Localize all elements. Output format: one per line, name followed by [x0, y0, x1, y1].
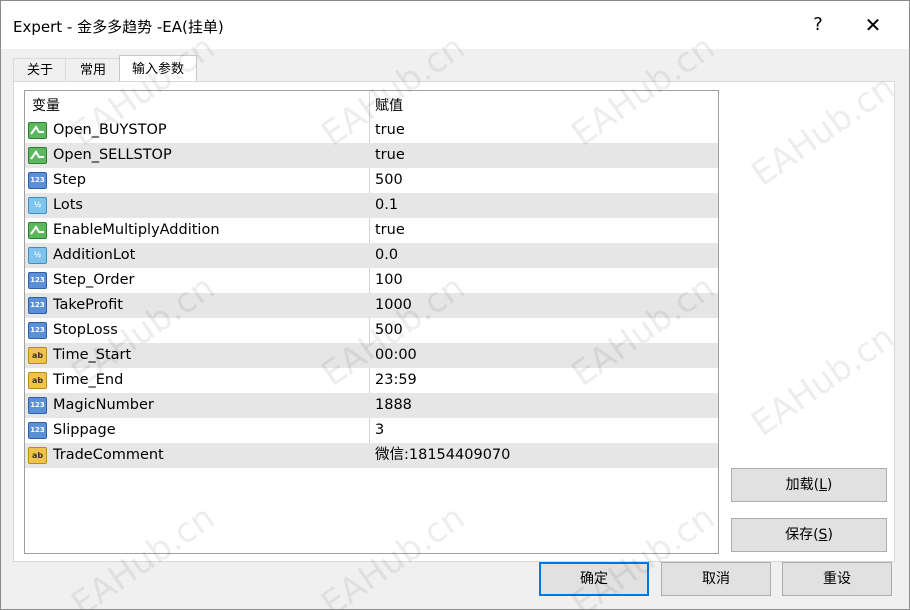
table-row[interactable]: ½ AdditionLot 0.0: [25, 243, 718, 268]
variable-name: Slippage: [53, 422, 116, 438]
bool-icon: [28, 122, 47, 139]
variable-name: Step: [53, 172, 87, 188]
save-button[interactable]: 保存(S): [731, 518, 887, 552]
window-title: Expert - 金多多趋势 -EA(挂单): [13, 18, 224, 36]
variable-value[interactable]: true: [375, 218, 405, 243]
string-icon: ab: [28, 372, 47, 389]
variable-value[interactable]: 微信:18154409070: [375, 443, 510, 468]
variable-name: AdditionLot: [53, 247, 136, 263]
table-row[interactable]: Open_BUYSTOP true: [25, 118, 718, 143]
variable-value[interactable]: 1000: [375, 293, 412, 318]
bool-icon: [28, 222, 47, 239]
double-icon: ½: [28, 197, 47, 214]
load-label-end: ): [826, 477, 833, 493]
variable-name: TakeProfit: [53, 297, 123, 313]
tab-inputs[interactable]: 输入参数: [119, 55, 197, 83]
bool-icon: [28, 147, 47, 164]
table-row[interactable]: ½ Lots 0.1: [25, 193, 718, 218]
variable-name: MagicNumber: [53, 397, 154, 413]
variable-value[interactable]: 23:59: [375, 368, 417, 393]
save-label: 保存(: [785, 527, 819, 543]
table-row[interactable]: 123 Step_Order 100: [25, 268, 718, 293]
int-icon: 123: [28, 297, 47, 314]
variable-name: Open_SELLSTOP: [53, 147, 172, 163]
table-row[interactable]: 123 TakeProfit 1000: [25, 293, 718, 318]
tab-common[interactable]: 常用: [65, 58, 121, 83]
load-shortcut: L: [819, 477, 827, 493]
string-icon: ab: [28, 347, 47, 364]
int-icon: 123: [28, 172, 47, 189]
header-value[interactable]: 赋值: [375, 91, 403, 118]
variable-name: EnableMultiplyAddition: [53, 222, 220, 238]
tab-about[interactable]: 关于: [13, 58, 67, 83]
close-button[interactable]: ✕: [853, 10, 893, 40]
table-row[interactable]: 123 Slippage 3: [25, 418, 718, 443]
variable-value[interactable]: 100: [375, 268, 403, 293]
ok-button[interactable]: 确定: [539, 562, 649, 596]
cancel-button[interactable]: 取消: [661, 562, 771, 596]
load-button[interactable]: 加载(L): [731, 468, 887, 502]
variable-name: Time_Start: [53, 347, 132, 363]
variable-name: Time_End: [53, 372, 124, 388]
variable-name: Lots: [53, 197, 83, 213]
load-label: 加载(: [785, 477, 820, 493]
variable-name: TradeComment: [53, 447, 164, 463]
table-row[interactable]: 123 Step 500: [25, 168, 718, 193]
variable-value[interactable]: 1888: [375, 393, 412, 418]
variable-name: StopLoss: [53, 322, 118, 338]
int-icon: 123: [28, 397, 47, 414]
table-row[interactable]: EnableMultiplyAddition true: [25, 218, 718, 243]
table-row[interactable]: Open_SELLSTOP true: [25, 143, 718, 168]
help-button[interactable]: ?: [798, 10, 838, 40]
variable-value[interactable]: 0.0: [375, 243, 398, 268]
table-row[interactable]: ab Time_End 23:59: [25, 368, 718, 393]
string-icon: ab: [28, 447, 47, 464]
variable-value[interactable]: 0.1: [375, 193, 398, 218]
table-row[interactable]: 123 StopLoss 500: [25, 318, 718, 343]
variable-value[interactable]: 3: [375, 418, 384, 443]
table-header: 变量 赋值: [25, 91, 718, 118]
expert-dialog: Expert - 金多多趋势 -EA(挂单) ? ✕ 关于 常用 输入参数 变量…: [0, 0, 910, 610]
variable-value[interactable]: true: [375, 118, 405, 143]
int-icon: 123: [28, 422, 47, 439]
parameters-table: 变量 赋值 Open_BUYSTOP true Open_SELLSTOP true 1…: [24, 90, 719, 554]
reset-button[interactable]: 重设: [782, 562, 892, 596]
variable-value[interactable]: 00:00: [375, 343, 417, 368]
variable-value[interactable]: true: [375, 143, 405, 168]
table-row[interactable]: ab TradeComment 微信:18154409070: [25, 443, 718, 468]
int-icon: 123: [28, 322, 47, 339]
variable-name: Step_Order: [53, 272, 135, 288]
title-bar: Expert - 金多多趋势 -EA(挂单) ? ✕: [1, 1, 909, 49]
variable-value[interactable]: 500: [375, 318, 403, 343]
table-row[interactable]: 123 MagicNumber 1888: [25, 393, 718, 418]
header-variable[interactable]: 变量: [32, 91, 60, 118]
save-label-end: ): [827, 527, 833, 543]
int-icon: 123: [28, 272, 47, 289]
double-icon: ½: [28, 247, 47, 264]
variable-name: Open_BUYSTOP: [53, 122, 167, 138]
variable-value[interactable]: 500: [375, 168, 403, 193]
table-row[interactable]: ab Time_Start 00:00: [25, 343, 718, 368]
